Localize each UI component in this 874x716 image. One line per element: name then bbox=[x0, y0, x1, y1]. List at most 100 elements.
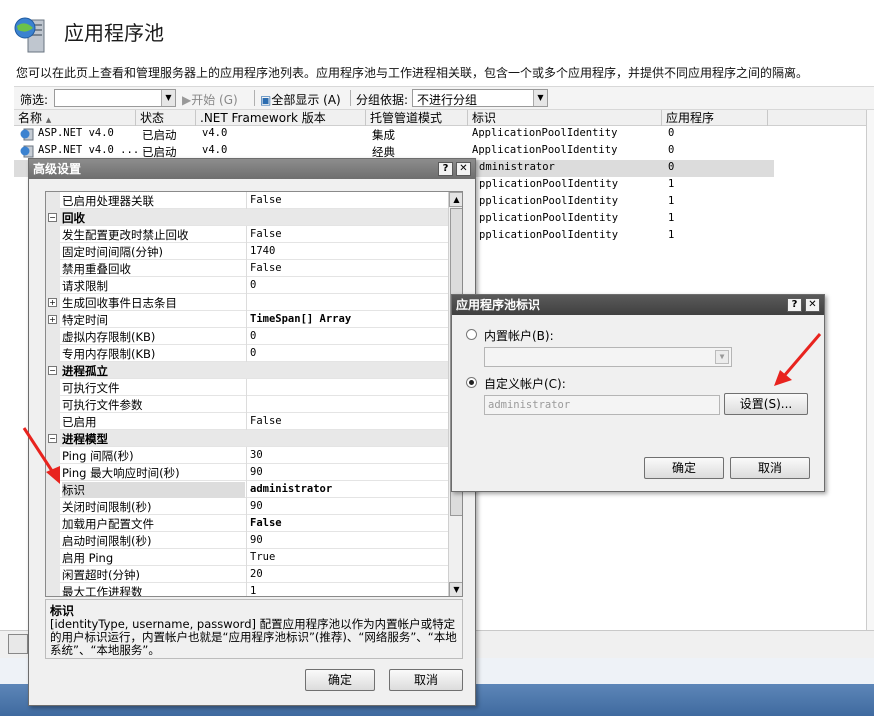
chevron-down-icon: ▼ bbox=[715, 350, 729, 364]
row-status: 已启动 bbox=[142, 128, 177, 142]
property-row[interactable]: 固定时间间隔(分钟) 1740 bbox=[46, 243, 448, 260]
row-identity: pplicationPoolIdentity bbox=[479, 212, 619, 224]
scroll-down-icon[interactable]: ▼ bbox=[449, 582, 462, 596]
property-row[interactable]: 标识 administrator bbox=[46, 481, 448, 498]
property-gutter bbox=[46, 532, 60, 549]
advanced-settings-titlebar[interactable]: 高级设置 ? ✕ bbox=[29, 159, 475, 179]
property-value[interactable]: 1 bbox=[246, 583, 256, 596]
custom-account-field[interactable]: administrator bbox=[484, 395, 720, 415]
features-view-icon[interactable] bbox=[8, 634, 28, 654]
column-header-version[interactable]: .NET Framework 版本 bbox=[196, 110, 366, 126]
property-value[interactable]: 1740 bbox=[246, 243, 275, 260]
builtin-account-select[interactable]: ▼ bbox=[484, 347, 732, 367]
identity-titlebar[interactable]: 应用程序池标识 ? ✕ bbox=[452, 295, 824, 315]
column-header-apps[interactable]: 应用程序 bbox=[662, 110, 768, 126]
property-value[interactable]: False bbox=[246, 226, 282, 243]
property-name: 发生配置更改时禁止回收 bbox=[62, 228, 189, 242]
property-row[interactable]: 请求限制 0 bbox=[46, 277, 448, 294]
start-button[interactable]: ▶开始 (G) bbox=[182, 91, 238, 108]
property-row[interactable]: 已启用处理器关联 False bbox=[46, 192, 448, 209]
property-value[interactable]: False bbox=[246, 260, 282, 277]
expand-icon[interactable]: + bbox=[48, 298, 57, 307]
property-row[interactable]: Ping 最大响应时间(秒) 90 bbox=[46, 464, 448, 481]
chevron-down-icon[interactable]: ▼ bbox=[533, 90, 547, 106]
property-row[interactable]: 关闭时间限制(秒) 90 bbox=[46, 498, 448, 515]
property-category[interactable]: − 进程模型 bbox=[46, 430, 448, 447]
property-name: 已启用处理器关联 bbox=[62, 194, 154, 208]
property-value[interactable]: True bbox=[246, 549, 275, 566]
property-row[interactable]: Ping 间隔(秒) 30 bbox=[46, 447, 448, 464]
help-icon[interactable]: ? bbox=[787, 298, 802, 312]
help-icon[interactable]: ? bbox=[438, 162, 453, 176]
ok-button[interactable]: 确定 bbox=[305, 669, 375, 691]
property-value[interactable] bbox=[246, 294, 250, 311]
column-header-status[interactable]: 状态 bbox=[136, 110, 196, 126]
filter-input[interactable]: ▼ bbox=[54, 89, 176, 107]
expand-icon[interactable]: + bbox=[48, 315, 57, 324]
table-row[interactable]: ASP.NET v4.0 已启动 v4.0 集成 ApplicationPool… bbox=[14, 126, 774, 143]
property-row[interactable]: + 特定时间 TimeSpan[] Array bbox=[46, 311, 448, 328]
property-value[interactable]: False bbox=[246, 192, 282, 209]
cancel-button[interactable]: 取消 bbox=[389, 669, 463, 691]
builtin-account-radio[interactable] bbox=[466, 329, 477, 340]
row-apps: 0 bbox=[668, 127, 675, 139]
property-gutter bbox=[46, 277, 60, 294]
group-by-select[interactable]: 不进行分组 ▼ bbox=[412, 89, 548, 107]
custom-account-radio[interactable] bbox=[466, 377, 477, 388]
property-category[interactable]: − 回收 bbox=[46, 209, 448, 226]
property-value[interactable]: 0 bbox=[246, 277, 256, 294]
row-version: v4.0 bbox=[202, 127, 228, 139]
property-row[interactable]: 闲置超时(分钟) 20 bbox=[46, 566, 448, 583]
description-panel: 标识 [identityType, username, password] 配置… bbox=[45, 599, 463, 659]
property-value[interactable]: 30 bbox=[246, 447, 263, 464]
column-header-name[interactable]: 名称 ▲ bbox=[14, 110, 136, 126]
set-account-button[interactable]: 设置(S)... bbox=[724, 393, 808, 415]
server-globe-icon bbox=[14, 17, 45, 53]
property-row[interactable]: 启用 Ping True bbox=[46, 549, 448, 566]
close-icon[interactable]: ✕ bbox=[805, 298, 820, 312]
property-name: 最大工作进程数 bbox=[62, 585, 143, 597]
property-value[interactable]: False bbox=[246, 413, 282, 430]
property-name: 固定时间间隔(分钟) bbox=[62, 245, 163, 259]
property-value[interactable] bbox=[246, 396, 250, 413]
property-value[interactable]: 90 bbox=[246, 532, 263, 549]
row-identity: pplicationPoolIdentity bbox=[479, 229, 619, 241]
column-header-identity[interactable]: 标识 bbox=[468, 110, 662, 126]
property-row[interactable]: 可执行文件参数 bbox=[46, 396, 448, 413]
property-category[interactable]: − 进程孤立 bbox=[46, 362, 448, 379]
close-icon[interactable]: ✕ bbox=[456, 162, 471, 176]
filter-dropdown-icon[interactable]: ▼ bbox=[161, 90, 175, 106]
property-value[interactable] bbox=[246, 379, 250, 396]
page-scrollbar[interactable] bbox=[866, 110, 874, 630]
property-row[interactable]: 可执行文件 bbox=[46, 379, 448, 396]
property-row[interactable]: 启动时间限制(秒) 90 bbox=[46, 532, 448, 549]
property-value[interactable]: False bbox=[246, 515, 282, 532]
collapse-icon[interactable]: − bbox=[48, 213, 57, 222]
column-header-pipeline[interactable]: 托管管道模式 bbox=[366, 110, 468, 126]
property-value[interactable]: administrator bbox=[246, 481, 332, 498]
identity-cancel-button[interactable]: 取消 bbox=[730, 457, 810, 479]
red-arrow-icon bbox=[22, 427, 60, 484]
property-row[interactable]: 加载用户配置文件 False bbox=[46, 515, 448, 532]
property-row[interactable]: 发生配置更改时禁止回收 False bbox=[46, 226, 448, 243]
property-value[interactable]: 0 bbox=[246, 328, 256, 345]
property-row[interactable]: + 生成回收事件日志条目 bbox=[46, 294, 448, 311]
collapse-icon[interactable]: − bbox=[48, 366, 57, 375]
identity-ok-button[interactable]: 确定 bbox=[644, 457, 724, 479]
property-gutter bbox=[46, 243, 60, 260]
property-value[interactable]: 0 bbox=[246, 345, 256, 362]
property-value[interactable]: 90 bbox=[246, 498, 263, 515]
property-row[interactable]: 最大工作进程数 1 bbox=[46, 583, 448, 597]
property-row[interactable]: 已启用 False bbox=[46, 413, 448, 430]
property-row[interactable]: 专用内存限制(KB) 0 bbox=[46, 345, 448, 362]
sort-up-icon: ▲ bbox=[45, 116, 52, 124]
property-name: 关闭时间限制(秒) bbox=[62, 500, 152, 514]
property-value[interactable]: 20 bbox=[246, 566, 263, 583]
property-value[interactable]: 90 bbox=[246, 464, 263, 481]
property-value[interactable]: TimeSpan[] Array bbox=[246, 311, 351, 328]
property-row[interactable]: 虚拟内存限制(KB) 0 bbox=[46, 328, 448, 345]
property-row[interactable]: 禁用重叠回收 False bbox=[46, 260, 448, 277]
scroll-up-icon[interactable]: ▲ bbox=[449, 192, 462, 207]
row-identity: ApplicationPoolIdentity bbox=[472, 127, 618, 139]
show-all-button[interactable]: ▣全部显示 (A) bbox=[260, 91, 341, 108]
